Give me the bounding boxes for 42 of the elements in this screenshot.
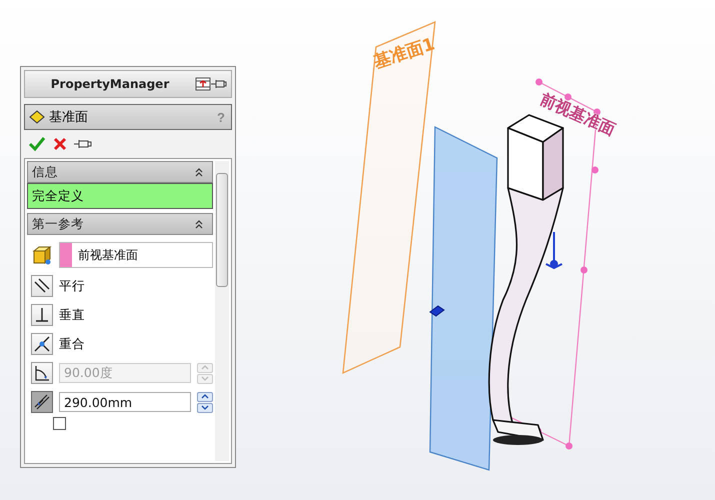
angle-icon: [33, 364, 51, 382]
collapse-icon[interactable]: [194, 219, 204, 229]
ok-check-icon[interactable]: [28, 136, 46, 152]
cancel-x-icon[interactable]: [52, 136, 68, 152]
caret-down-icon: [201, 405, 209, 410]
cube-icon: [31, 244, 53, 266]
perpendicular-icon: [33, 306, 51, 324]
feature-title: 基准面: [49, 109, 89, 126]
constraint-button[interactable]: [31, 304, 53, 326]
plane-handle-icon: [429, 305, 445, 317]
constraint-label: 平行: [59, 278, 85, 294]
collapse-icon[interactable]: [194, 167, 204, 177]
checkbox[interactable]: [53, 417, 66, 430]
section-header[interactable]: 第一参考: [27, 213, 213, 235]
section-header[interactable]: 信息: [27, 161, 213, 183]
axis-triad-icon: [545, 231, 563, 270]
scrollbar[interactable]: [215, 161, 229, 461]
plane-label: 基准面1: [371, 34, 438, 73]
constraint-button[interactable]: [31, 391, 53, 413]
pin-icon[interactable]: [211, 78, 227, 90]
coincident-icon: [33, 335, 51, 353]
section-title: 第一参考: [32, 216, 84, 232]
spin-down-button[interactable]: [197, 402, 213, 412]
caret-up-icon: [201, 394, 209, 399]
parallel-lines-icon: [33, 277, 51, 295]
plane-label: 前视基准面: [537, 89, 618, 140]
pin-icon[interactable]: [74, 138, 92, 150]
caret-down-icon: [201, 376, 209, 381]
constraint-label: 重合: [59, 336, 85, 352]
section-title: 信息: [32, 164, 58, 180]
plane-icon: [28, 109, 46, 125]
constraint-button[interactable]: [31, 275, 53, 297]
split-panel-icon[interactable]: [195, 77, 211, 91]
spin-up-button[interactable]: [197, 392, 213, 402]
status-message: 完全定义: [27, 183, 213, 209]
distance-field[interactable]: 290.00mm: [59, 392, 191, 412]
constraint-button[interactable]: [31, 333, 53, 355]
panel-title: PropertyManager: [50, 77, 170, 91]
distance-icon: [33, 393, 51, 411]
caret-up-icon: [201, 365, 209, 370]
constraint-label: 垂直: [59, 306, 85, 324]
reference-field[interactable]: 前视基准面: [59, 242, 213, 268]
